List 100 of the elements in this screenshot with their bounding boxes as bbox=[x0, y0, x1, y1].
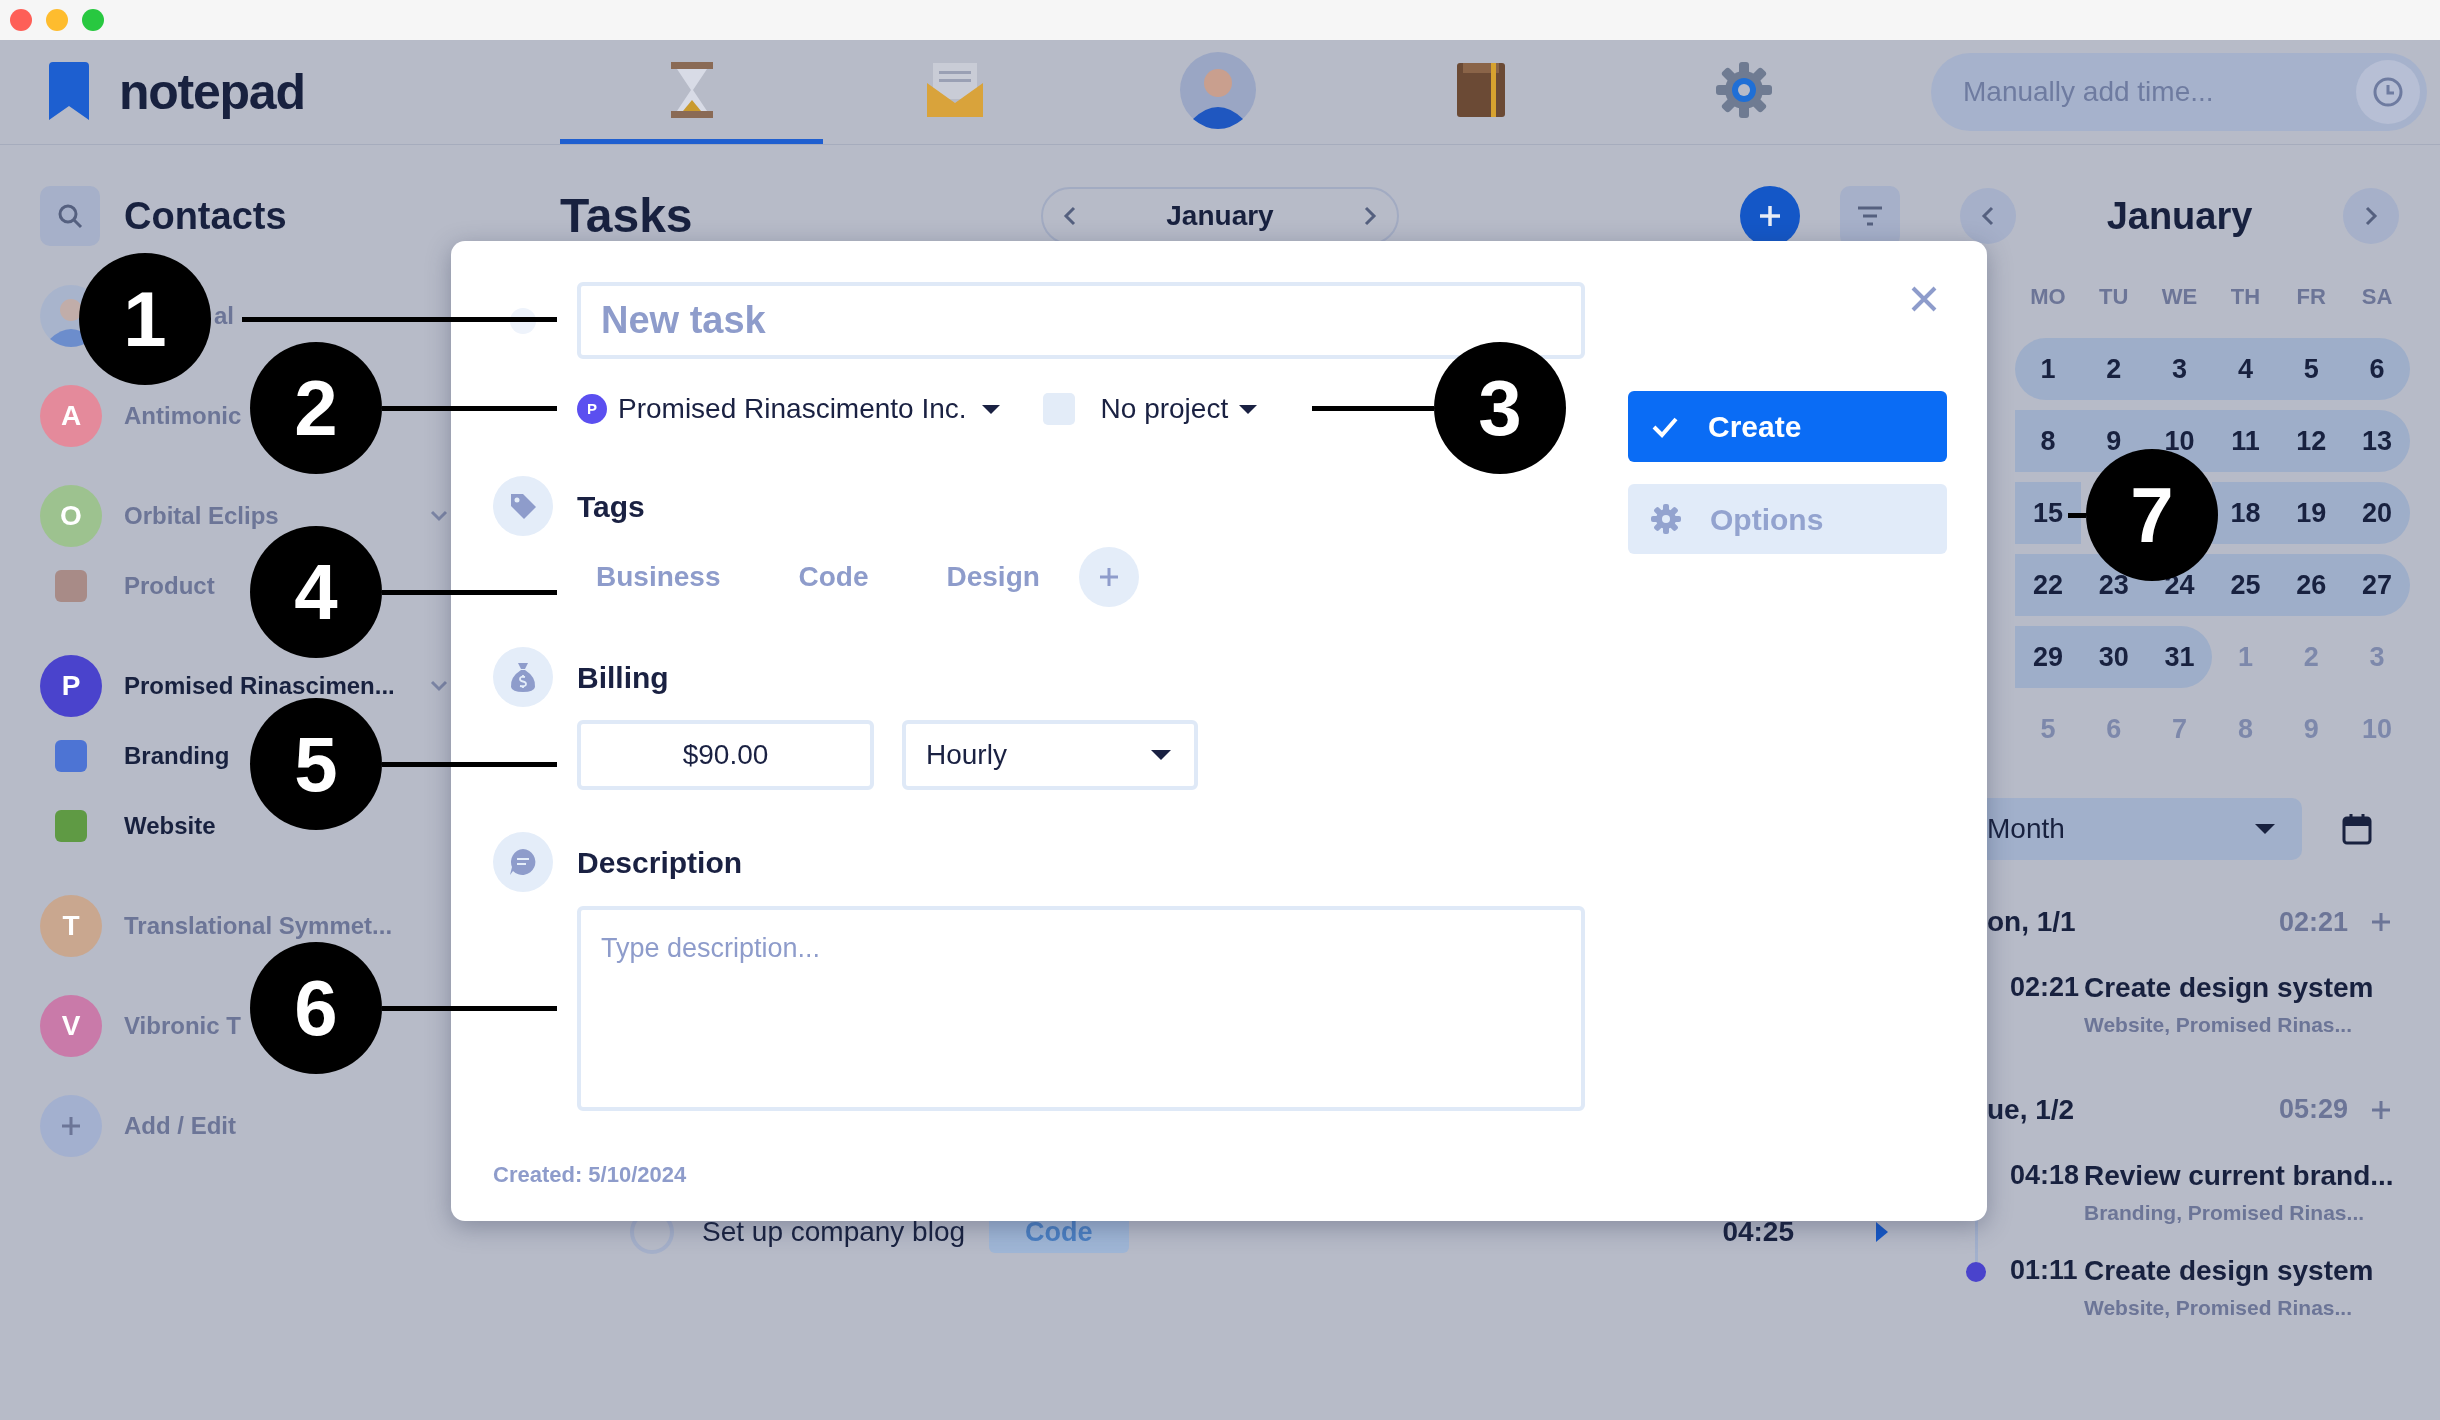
bookmark-logo-icon bbox=[47, 62, 91, 122]
checkmark-icon bbox=[1652, 415, 1678, 438]
search-button[interactable] bbox=[40, 186, 100, 246]
book-icon bbox=[1454, 60, 1507, 119]
calendar-day[interactable]: 31 bbox=[2146, 626, 2213, 688]
hourglass-icon bbox=[668, 59, 715, 120]
callout-number: 6 bbox=[250, 942, 382, 1074]
day-heading: on, 1/1 bbox=[1987, 905, 2077, 939]
calendar-day[interactable]: 5 bbox=[2278, 338, 2345, 400]
weekday-label: WE bbox=[2160, 283, 2199, 311]
sidebar-item[interactable]: Branding bbox=[124, 744, 230, 768]
calendar-day[interactable]: 26 bbox=[2278, 554, 2345, 616]
calendar-day[interactable]: 4 bbox=[2212, 338, 2279, 400]
zoom-window-button[interactable] bbox=[82, 9, 104, 31]
callout-number: 1 bbox=[79, 253, 211, 385]
sidebar-item[interactable]: Website bbox=[124, 814, 216, 838]
section-heading: Tags bbox=[577, 488, 645, 525]
calendar-day[interactable]: 8 bbox=[2015, 410, 2081, 472]
calendar-day[interactable]: 25 bbox=[2212, 554, 2279, 616]
calendar-day[interactable]: 29 bbox=[2015, 626, 2081, 688]
calendar-month: January bbox=[2105, 193, 2254, 239]
entry-title: Create design system bbox=[2084, 1254, 2374, 1288]
caret-down-icon bbox=[980, 403, 1001, 415]
calendar-day[interactable]: 30 bbox=[2080, 626, 2147, 688]
weekday-label: MO bbox=[2029, 283, 2067, 311]
app-logo: notepad bbox=[119, 62, 305, 122]
entry-title: Create design system bbox=[2084, 971, 2374, 1005]
plus-icon bbox=[1757, 203, 1783, 229]
sidebar-title: Contacts bbox=[124, 193, 287, 239]
gear-icon bbox=[1650, 503, 1682, 535]
calendar-day[interactable]: 20 bbox=[2344, 482, 2410, 544]
description-field[interactable]: Type description... bbox=[577, 906, 1585, 1111]
chevron-left-icon bbox=[1063, 205, 1077, 227]
contact-avatar: O bbox=[40, 485, 102, 547]
calendar-day[interactable]: 2 bbox=[2080, 338, 2147, 400]
entry-subtitle: Website, Promised Rinas... bbox=[2084, 1012, 2354, 1038]
calendar-day[interactable]: 27 bbox=[2344, 554, 2410, 616]
calendar-icon[interactable] bbox=[2342, 813, 2372, 845]
client-avatar: P bbox=[577, 394, 607, 424]
filter-icon bbox=[1856, 205, 1884, 227]
callout-number: 2 bbox=[250, 342, 382, 474]
section-heading: Billing bbox=[577, 659, 669, 696]
entry-title: Review current brand... bbox=[2084, 1158, 2394, 1193]
weekday-label: SA bbox=[2360, 283, 2394, 311]
calendar-day[interactable]: 18 bbox=[2212, 482, 2279, 544]
task-duration: 04:25 bbox=[1722, 1215, 1794, 1249]
caret-down-icon bbox=[1150, 749, 1172, 761]
callout-number: 5 bbox=[250, 698, 382, 830]
day-total: 05:29 bbox=[2278, 1093, 2348, 1127]
minimize-window-button[interactable] bbox=[46, 9, 68, 31]
task-title: Set up company blog bbox=[702, 1215, 966, 1249]
calendar-day[interactable]: 6 bbox=[2344, 338, 2410, 400]
project-color-swatch bbox=[1042, 393, 1075, 425]
create-button[interactable]: Create bbox=[1628, 391, 1947, 462]
calendar-day[interactable]: 11 bbox=[2212, 410, 2279, 472]
time-entry-field[interactable]: Manually add time... bbox=[1931, 53, 2427, 131]
calendar-day[interactable]: 13 bbox=[2344, 410, 2410, 472]
add-icon[interactable] bbox=[2370, 911, 2392, 933]
created-date: Created: 5/10/2024 bbox=[493, 1161, 688, 1189]
day-heading: ue, 1/2 bbox=[1987, 1092, 2076, 1127]
rate-type-dropdown[interactable]: Hourly bbox=[902, 720, 1198, 790]
calendar-day[interactable]: 12 bbox=[2278, 410, 2345, 472]
project-dropdown[interactable]: No project bbox=[1100, 388, 1259, 430]
weekday-label: FR bbox=[2295, 283, 2327, 311]
play-icon[interactable] bbox=[1874, 1220, 1890, 1244]
caret-down-icon bbox=[1238, 403, 1259, 415]
calendar-day[interactable]: 19 bbox=[2278, 482, 2345, 544]
chevron-left-icon bbox=[1981, 205, 1995, 227]
page-title: Tasks bbox=[560, 188, 694, 244]
sidebar-item[interactable]: Promised Rinascimen... bbox=[124, 674, 395, 698]
contact-avatar: A bbox=[40, 385, 102, 447]
chevron-right-icon bbox=[1363, 205, 1377, 227]
calendar-day[interactable]: 3 bbox=[2146, 338, 2213, 400]
next-month-button[interactable] bbox=[2343, 188, 2399, 244]
weekday-label: TU bbox=[2098, 283, 2130, 311]
envelope-icon bbox=[924, 60, 985, 119]
contact-avatar: P bbox=[40, 655, 102, 717]
chevron-right-icon bbox=[2364, 205, 2378, 227]
day-total: 02:21 bbox=[2278, 905, 2348, 939]
add-icon[interactable] bbox=[2370, 1098, 2392, 1121]
client-dropdown[interactable]: Promised Rinascimento Inc. bbox=[618, 388, 1001, 430]
section-heading: Description bbox=[577, 844, 743, 881]
gear-icon bbox=[1713, 59, 1774, 120]
entry-duration: 02:21 bbox=[2009, 971, 2081, 1004]
contact-avatar: T bbox=[40, 895, 102, 957]
previous-month-button[interactable] bbox=[1960, 188, 2016, 244]
plus-icon bbox=[1097, 566, 1120, 588]
calendar-day[interactable]: 15 bbox=[2015, 482, 2081, 544]
task-title-field[interactable]: New task bbox=[577, 282, 1585, 359]
calendar-day[interactable]: 22 bbox=[2015, 554, 2081, 616]
entry-duration: 04:18 bbox=[2009, 1158, 2081, 1192]
weekday-label: TH bbox=[2229, 283, 2262, 311]
entry-subtitle: Website, Promised Rinas... bbox=[2084, 1295, 2354, 1321]
entry-subtitle: Branding, Promised Rinas... bbox=[2084, 1199, 2366, 1226]
contact-avatar: V bbox=[40, 995, 102, 1057]
search-icon bbox=[56, 202, 84, 230]
rate-amount-field[interactable]: $90.00 bbox=[577, 720, 874, 790]
caret-down-icon bbox=[2254, 823, 2276, 835]
close-window-button[interactable] bbox=[10, 9, 32, 31]
calendar-day[interactable]: 1 bbox=[2015, 338, 2081, 400]
